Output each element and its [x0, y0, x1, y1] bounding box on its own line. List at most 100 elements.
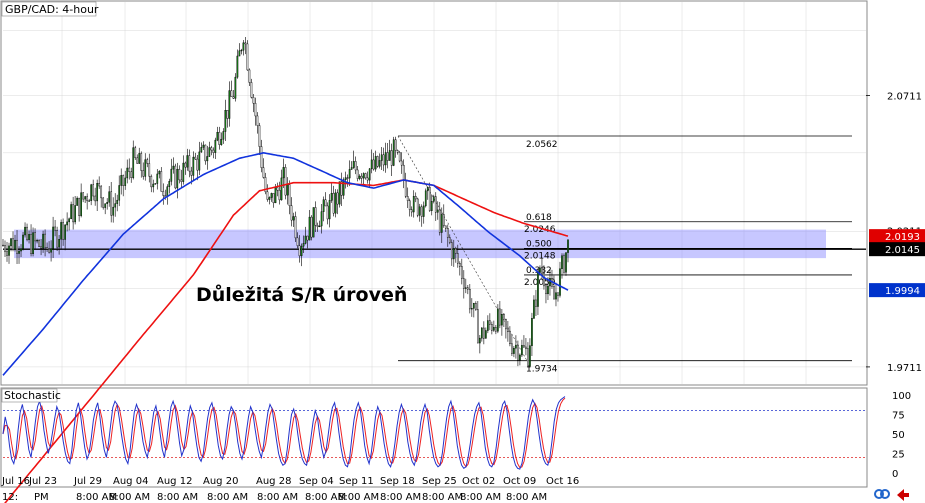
candle-body: [398, 152, 401, 162]
candle-body: [108, 191, 111, 203]
candle-body: [136, 157, 139, 164]
candle-body: [80, 192, 82, 216]
candle-body: [541, 267, 543, 274]
candle-body: [68, 218, 70, 223]
candle-body: [392, 139, 395, 166]
candle-body: [326, 205, 329, 220]
candle-body: [324, 199, 327, 207]
candle-body: [92, 184, 95, 197]
candle-body: [497, 308, 499, 332]
candle-body: [322, 199, 325, 212]
candle-body: [450, 242, 453, 260]
candle-body: [146, 159, 149, 164]
sr-zone-rect: [14, 229, 826, 259]
candle-body: [156, 173, 159, 184]
candle-body: [523, 345, 525, 348]
candle-body: [529, 345, 531, 367]
candle-body: [567, 239, 569, 253]
fib-price-label: 2.0148: [524, 251, 556, 261]
candle-body: [220, 138, 223, 145]
candle-body: [144, 159, 147, 177]
candle-body: [420, 206, 423, 217]
candle-body: [292, 216, 295, 221]
candle-body: [408, 200, 411, 210]
candle-body: [76, 197, 78, 206]
candle-body: [234, 76, 237, 99]
close-icon[interactable]: [897, 489, 909, 501]
candle-body: [38, 240, 40, 247]
candle-body: [312, 207, 315, 238]
fib-ratio-label: 0.382: [526, 266, 552, 276]
x-date-label: Aug 20: [203, 476, 238, 487]
x-date-label: Sep 25: [422, 476, 457, 487]
fib-ratio-label: 0.618: [526, 213, 552, 223]
candle-body: [126, 167, 129, 179]
x-time-label: 12:: [2, 492, 18, 503]
candle-body: [88, 200, 90, 202]
candle-body: [314, 207, 317, 226]
price-tick-label: 2.0711: [887, 92, 922, 103]
candle-body: [242, 42, 245, 51]
link-icon[interactable]: [874, 489, 890, 499]
candle-body: [414, 195, 417, 200]
candle-body: [172, 165, 175, 170]
x-time-label: 8:00 AM: [506, 492, 547, 503]
candle-body: [52, 226, 54, 249]
candle-body: [390, 150, 393, 166]
stoch-tick-label: 75: [892, 411, 905, 422]
candle-body: [130, 171, 133, 178]
candle-body: [316, 225, 319, 228]
candle-body: [364, 173, 367, 179]
candle-body: [376, 156, 379, 167]
candle-body: [378, 160, 381, 167]
candle-body: [186, 155, 189, 168]
candle-body: [102, 197, 105, 208]
price-badge-label: 2.0145: [885, 245, 920, 256]
candle-body: [190, 170, 193, 176]
candle-body: [162, 191, 165, 196]
stoch-tick-label: 50: [892, 430, 905, 441]
candle-body: [192, 156, 195, 176]
candle-body: [547, 285, 549, 295]
x-date-label: Jul 23: [28, 476, 57, 487]
candle-body: [158, 171, 161, 175]
candle-body: [46, 247, 48, 250]
candle-body: [238, 50, 241, 57]
candle-body: [350, 167, 353, 170]
candle-body: [14, 239, 16, 250]
candle-body: [527, 348, 529, 367]
candle-body: [493, 327, 495, 331]
candle-body: [98, 183, 101, 187]
x-time-label: 8:00 AM: [109, 492, 150, 503]
candle-body: [182, 162, 185, 182]
candle-body: [74, 205, 76, 223]
sr-annotation: Důležitá S/R úroveň: [196, 283, 407, 306]
candle-body: [519, 354, 521, 361]
candle-body: [368, 168, 371, 181]
candle-body: [302, 243, 305, 247]
candle-body: [430, 201, 433, 211]
candle-body: [515, 344, 517, 349]
candle-body: [28, 234, 30, 240]
candle-body: [418, 206, 421, 216]
candle-body: [535, 299, 537, 307]
candle-body: [446, 228, 449, 238]
candle-body: [176, 168, 179, 189]
candle-body: [140, 153, 143, 171]
candle-body: [250, 82, 253, 98]
candle-body: [94, 195, 97, 202]
x-date-label: Aug 04: [113, 476, 148, 487]
candle-body: [483, 327, 485, 339]
candle-body: [334, 192, 337, 214]
candle-body: [100, 185, 103, 199]
candle-body: [248, 69, 251, 83]
candle-body: [270, 193, 273, 198]
candle-body: [66, 221, 68, 226]
candle-body: [440, 214, 443, 233]
candle-body: [478, 337, 481, 344]
candle-body: [194, 156, 197, 160]
candle-body: [356, 169, 359, 179]
candle-body: [44, 233, 46, 248]
candle-body: [346, 177, 349, 179]
candle-body: [184, 162, 187, 168]
